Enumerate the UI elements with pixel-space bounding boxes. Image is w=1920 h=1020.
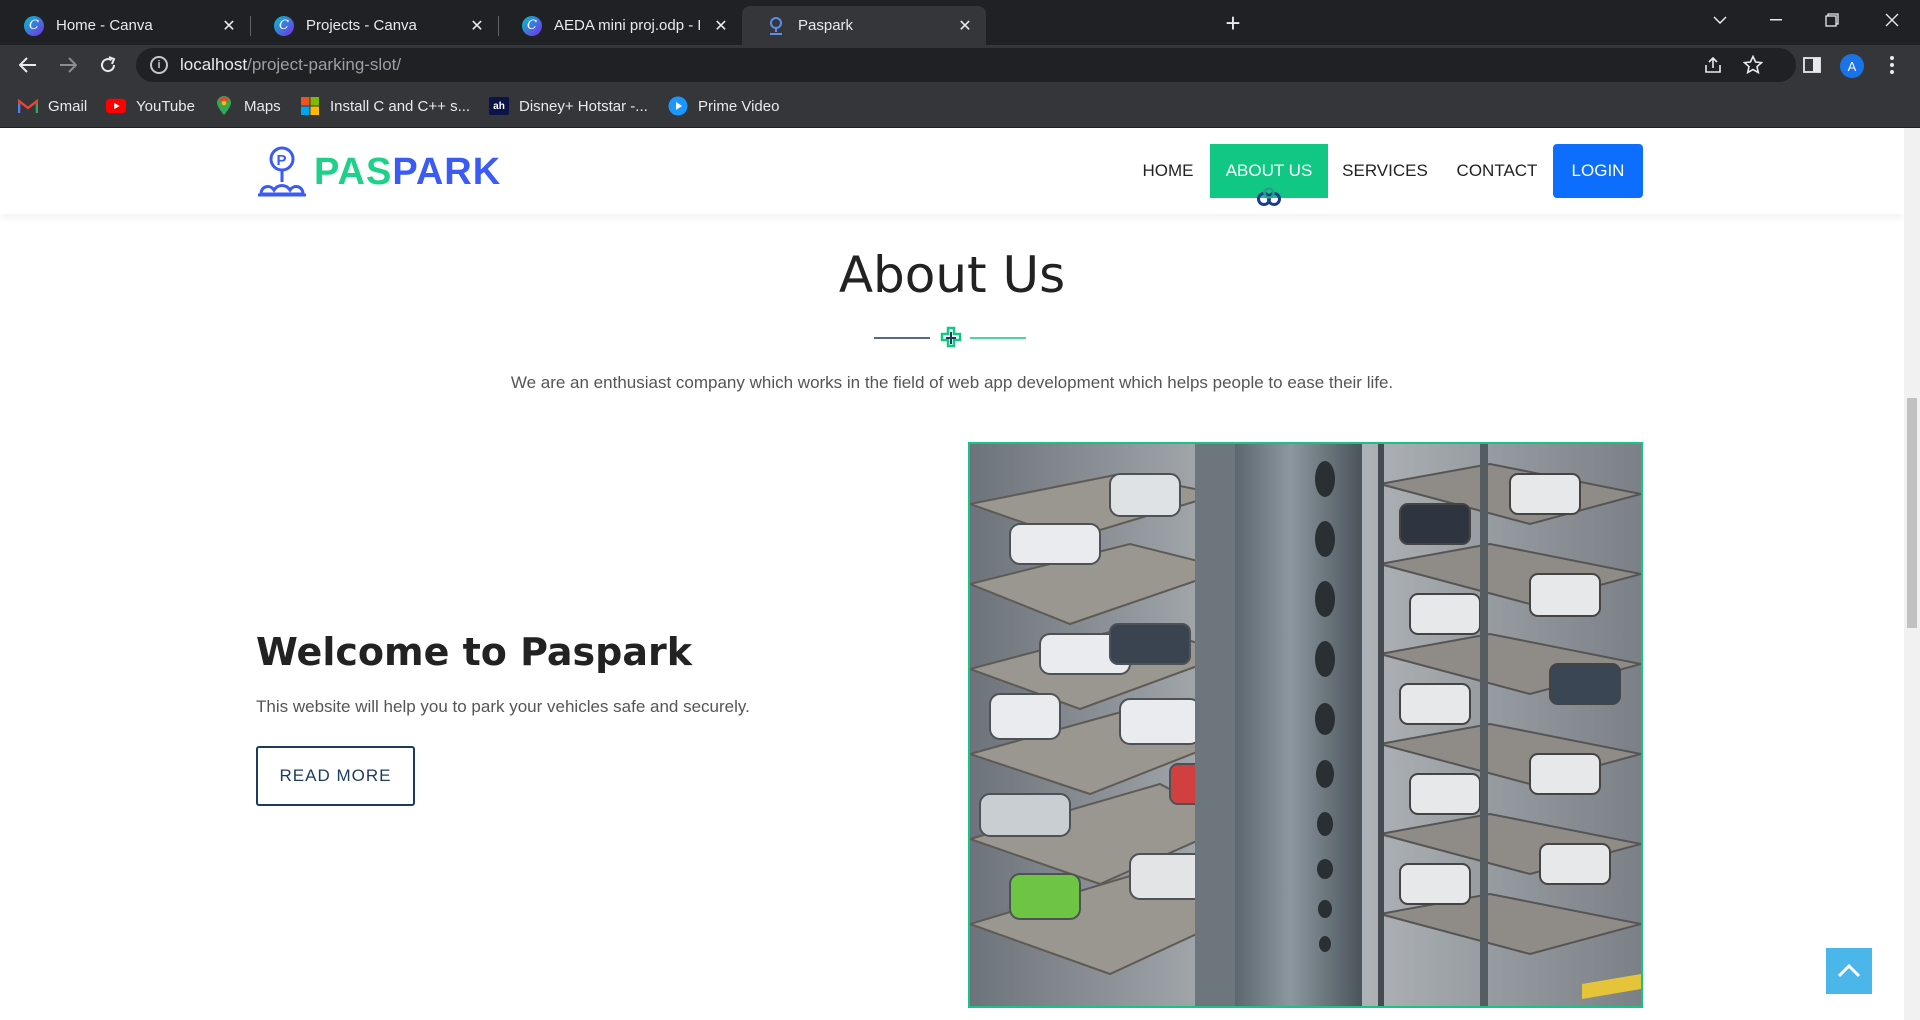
logo-text-park: PARK [392, 150, 502, 193]
parking-tower-image [968, 442, 1643, 1008]
profile-avatar[interactable]: A [1840, 54, 1864, 78]
paspark-logo[interactable]: P PASPARK [256, 144, 501, 200]
page-scrollbar[interactable] [1904, 128, 1920, 1020]
restore-icon[interactable] [1804, 0, 1860, 40]
scrollbar-thumb[interactable] [1907, 398, 1917, 628]
more-menu-icon[interactable] [1880, 53, 1904, 77]
cursor-link-icon [1256, 186, 1282, 212]
tab-home-canva[interactable]: C Home - Canva ✕ [0, 6, 251, 45]
tab-title: Projects - Canva [306, 17, 417, 34]
about-us-heading: About Us [838, 246, 1066, 304]
site-info-icon[interactable]: i [150, 56, 168, 74]
share-icon[interactable] [1702, 54, 1724, 76]
nav-services[interactable]: SERVICES [1336, 144, 1434, 198]
tab-paspark[interactable]: Paspark ✕ [742, 6, 986, 45]
welcome-heading: Welcome to Paspark [256, 630, 693, 674]
bookmark-label: YouTube [136, 97, 195, 115]
microsoft-icon [300, 97, 320, 115]
new-tab-button[interactable]: + [1218, 8, 1248, 38]
prime-video-icon [668, 96, 688, 116]
login-button[interactable]: LOGIN [1553, 144, 1643, 198]
tab-title: AEDA mini proj.odp - Presentatio [554, 17, 700, 34]
url-path: /project-parking-slot/ [247, 55, 402, 74]
read-more-button[interactable]: READ MORE [256, 746, 415, 806]
welcome-text: This website will help you to park your … [256, 697, 750, 716]
reload-icon[interactable] [92, 49, 124, 81]
nav-home[interactable]: HOME [1132, 144, 1204, 198]
bookmark-label: Prime Video [698, 97, 780, 115]
back-icon[interactable] [12, 49, 44, 81]
bookmark-star-icon[interactable] [1742, 54, 1764, 76]
about-lead-text: We are an enthusiast company which works… [510, 373, 1394, 392]
maps-icon [214, 96, 234, 115]
canva-icon: C [522, 15, 542, 36]
bookmark-label: Install C and C++ s... [330, 97, 471, 115]
hotstar-icon: ah [489, 97, 509, 115]
close-icon[interactable]: ✕ [218, 15, 240, 37]
forward-icon[interactable] [52, 49, 84, 81]
back-to-top-button[interactable] [1826, 948, 1872, 994]
bookmark-youtube[interactable]: YouTube [106, 95, 195, 117]
bookmark-maps[interactable]: Maps [214, 95, 281, 117]
bookmark-label: Disney+ Hotstar -... [519, 97, 648, 115]
parking-pin-icon: P [256, 144, 312, 200]
bookmark-label: Maps [244, 97, 281, 115]
tab-aeda-presentation[interactable]: C AEDA mini proj.odp - Presentatio ✕ [498, 6, 742, 45]
address-bar[interactable]: i localhost/project-parking-slot/ [136, 48, 1796, 82]
nav-contact[interactable]: CONTACT [1450, 144, 1544, 198]
bookmark-prime-video[interactable]: Prime Video [668, 95, 779, 117]
close-icon[interactable]: ✕ [466, 15, 488, 37]
close-icon[interactable]: ✕ [710, 15, 732, 37]
logo-wordmark: PASPARK [314, 151, 501, 194]
bookmark-label: Gmail [48, 97, 88, 115]
window-close-icon[interactable] [1864, 0, 1920, 40]
tab-title: Home - Canva [56, 17, 153, 34]
browser-toolbar: i localhost/project-parking-slot/ A [0, 45, 1920, 85]
tab-title: Paspark [798, 17, 854, 34]
location-pin-icon [766, 16, 786, 36]
svg-text:P: P [277, 152, 287, 169]
close-icon[interactable]: ✕ [954, 15, 976, 37]
bookmark-hotstar[interactable]: ah Disney+ Hotstar -... [489, 95, 648, 117]
bookmarks-bar: Gmail YouTube Maps Install C and C++ s..… [0, 85, 1920, 128]
heading-divider-icon [874, 324, 1026, 352]
minimize-icon[interactable] [1748, 0, 1804, 40]
canva-icon: C [24, 15, 44, 36]
tab-search-chevron-icon[interactable] [1692, 0, 1748, 40]
tab-projects-canva[interactable]: C Projects - Canva ✕ [250, 6, 499, 45]
youtube-icon [106, 97, 126, 115]
url-host: localhost [180, 55, 248, 74]
site-header: P PASPARK HOME ABOUT US SERVICES CONTACT… [0, 128, 1904, 214]
side-panel-icon[interactable] [1800, 53, 1824, 77]
chevron-up-icon [1837, 964, 1861, 978]
gmail-icon [18, 97, 38, 115]
page-viewport: P PASPARK HOME ABOUT US SERVICES CONTACT… [0, 128, 1920, 1020]
bookmark-gmail[interactable]: Gmail [18, 95, 87, 117]
logo-text-pas: PAS [314, 150, 393, 193]
bookmark-install-c[interactable]: Install C and C++ s... [300, 95, 470, 117]
browser-tab-strip: C Home - Canva ✕ C Projects - Canva ✕ C … [0, 0, 1920, 45]
canva-icon: C [274, 15, 294, 36]
